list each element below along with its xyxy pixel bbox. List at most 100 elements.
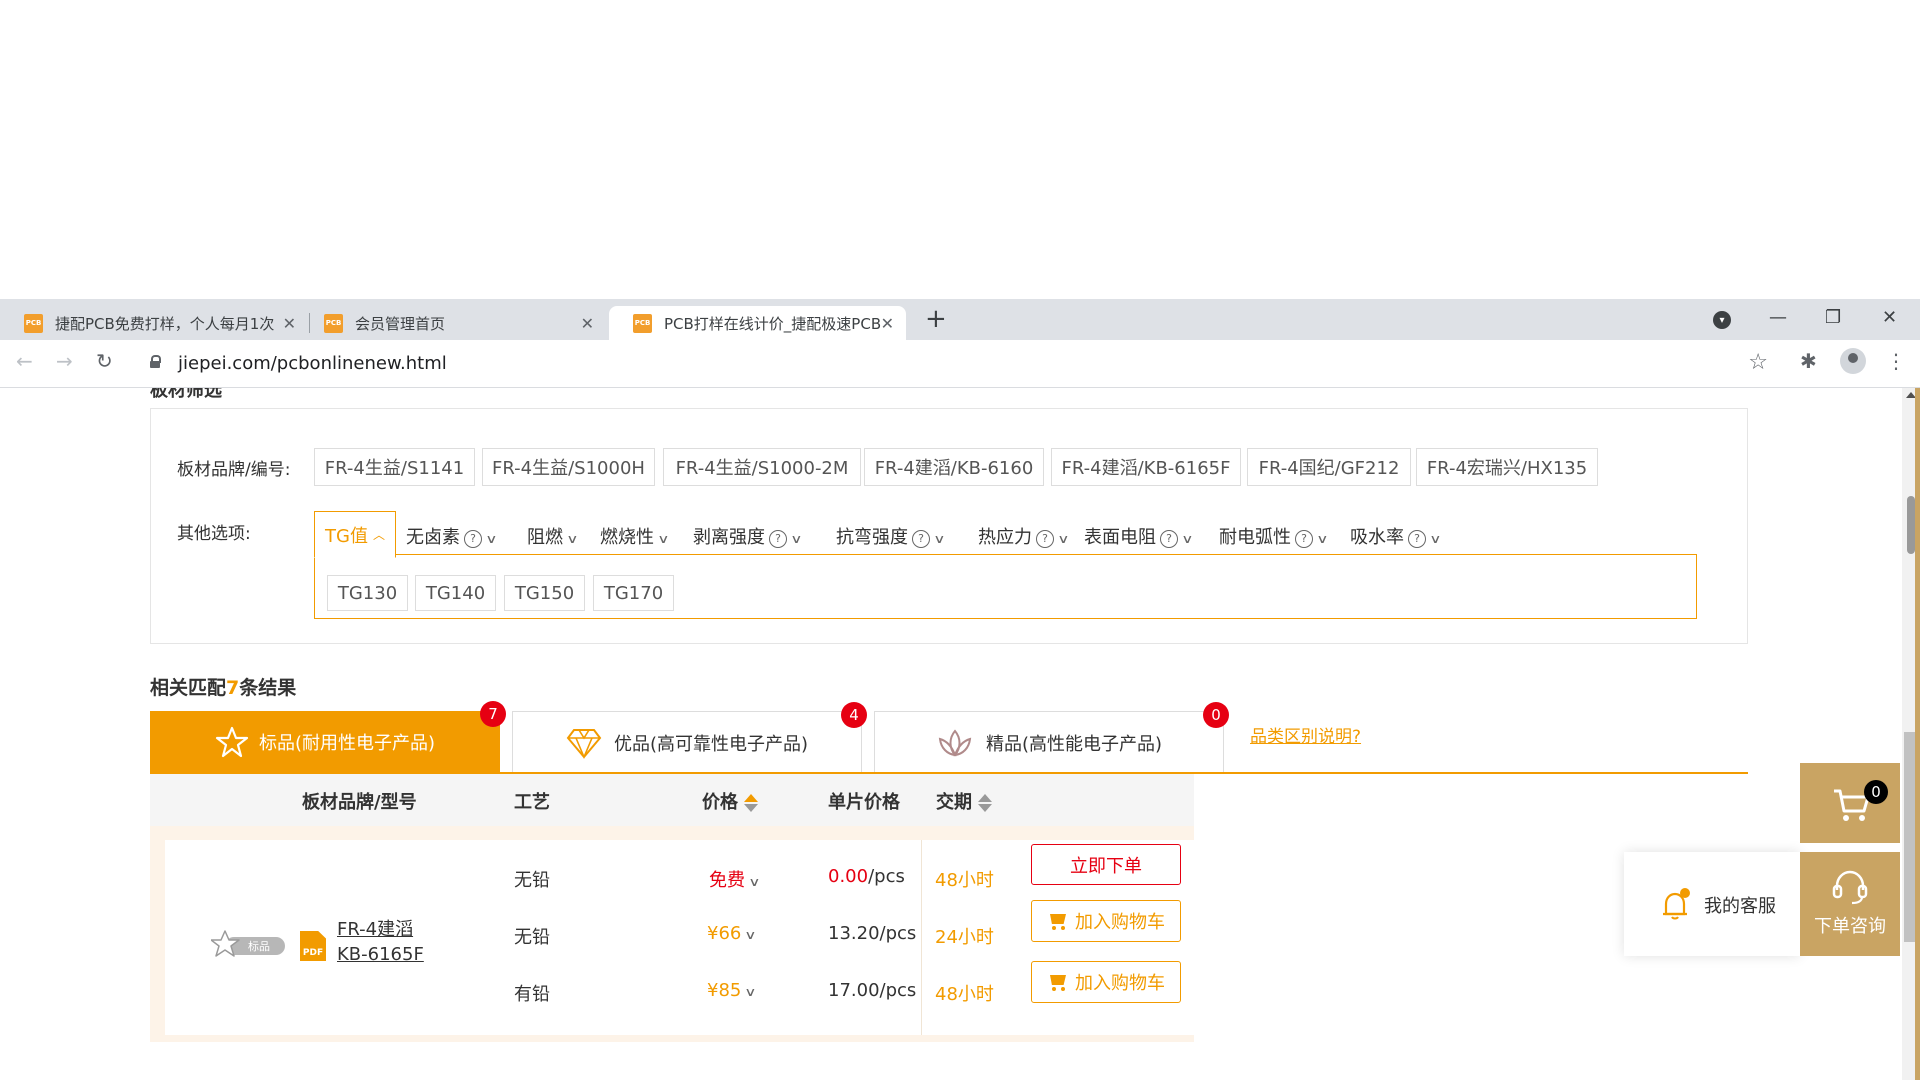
chevron-down-icon: ∨ xyxy=(1316,532,1329,546)
option-tab[interactable]: 热应力? ∨ xyxy=(978,523,1070,549)
customer-service-panel[interactable]: 我的客服 xyxy=(1624,852,1800,956)
lock-icon[interactable] xyxy=(150,355,161,368)
result-prefix: 相关匹配 xyxy=(150,677,227,699)
lead-time-cell: 48小时 xyxy=(935,870,994,891)
back-arrow-icon[interactable]: ← xyxy=(16,349,33,373)
option-tab[interactable]: 剥离强度? ∨ xyxy=(693,523,803,549)
tab-label: 精品(高性能电子产品) xyxy=(985,733,1163,755)
omnibox[interactable]: jiepei.com/pcbonlinenew.html ☆ xyxy=(138,346,1778,380)
tab-premium-product[interactable]: 优品(高可靠性电子产品) 4 xyxy=(512,702,867,773)
address-bar-row: ← → ↻ jiepei.com/pcbonlinenew.html ☆ ✱ ⋮ xyxy=(0,340,1920,388)
tab-label: 标品(耐用性电子产品) xyxy=(258,733,436,754)
option-label: 无卤素 xyxy=(406,527,460,548)
option-label: 表面电阻 xyxy=(1084,527,1156,548)
close-window-button[interactable]: ✕ xyxy=(1882,307,1897,328)
price-cell[interactable]: ¥66 ∨ xyxy=(707,923,757,944)
browser-tab-2[interactable]: PCB 会员管理首页 ✕ xyxy=(300,306,606,340)
brand-chip[interactable]: FR-4建滔/KB-6165F xyxy=(1051,448,1241,486)
brand-chip[interactable]: FR-4宏瑞兴/HX135 xyxy=(1416,448,1598,486)
chevron-down-icon: ∨ xyxy=(1057,532,1070,546)
col-process: 工艺 xyxy=(514,792,550,813)
chevron-down-icon: ∨ xyxy=(744,985,757,999)
help-icon[interactable]: ? xyxy=(912,530,930,548)
brand-chip[interactable]: FR-4国纪/GF212 xyxy=(1247,448,1411,486)
option-label: 耐电弧性 xyxy=(1219,527,1291,548)
add-to-cart-button[interactable]: 加入购物车 xyxy=(1031,961,1181,1003)
profile-avatar-icon[interactable] xyxy=(1840,348,1866,374)
reload-icon[interactable]: ↻ xyxy=(96,349,113,373)
option-label: 抗弯强度 xyxy=(836,527,908,548)
tab-title: 会员管理首页 xyxy=(355,314,446,333)
table-header: 板材品牌/型号 工艺 价格 单片价格 交期 xyxy=(150,774,1194,826)
right-accent-bar xyxy=(1915,388,1920,1080)
option-tab[interactable]: 吸水率? ∨ xyxy=(1350,523,1442,549)
maximize-button[interactable]: ❐ xyxy=(1825,307,1841,328)
option-tab[interactable]: 耐电弧性? ∨ xyxy=(1219,523,1329,549)
price-cell[interactable]: 免费 ∨ xyxy=(709,866,761,892)
floating-cart-button[interactable] xyxy=(1800,763,1900,843)
chevron-down-icon: ∨ xyxy=(744,928,757,942)
add-to-cart-button[interactable]: 加入购物车 xyxy=(1031,900,1181,942)
chevron-down-icon: ∨ xyxy=(657,532,670,546)
favicon-icon: PCB xyxy=(324,313,343,333)
col-price[interactable]: 价格 xyxy=(702,788,758,814)
sort-icon[interactable] xyxy=(744,794,758,812)
minimize-button[interactable]: — xyxy=(1769,307,1787,328)
close-tab-icon[interactable]: ✕ xyxy=(581,314,594,333)
count-badge: 7 xyxy=(480,701,506,727)
help-icon[interactable]: ? xyxy=(464,530,482,548)
cart-count-badge: 0 xyxy=(1864,780,1888,804)
browser-tab-1[interactable]: PCB 捷配PCB免费打样，个人每月1次 ✕ xyxy=(0,306,308,340)
tab-search-icon[interactable]: ▾ xyxy=(1713,311,1731,329)
tg-chip[interactable]: TG170 xyxy=(593,575,674,611)
standard-product-badge-icon: 标品 xyxy=(211,930,285,957)
option-tab[interactable]: 表面电阻? ∨ xyxy=(1084,523,1194,549)
bookmark-star-icon[interactable]: ☆ xyxy=(1748,350,1768,375)
order-consult-button[interactable]: 下单咨询 xyxy=(1800,852,1900,956)
tab-fine-product[interactable]: 精品(高性能电子产品) 0 xyxy=(874,702,1229,773)
option-tab[interactable]: 燃烧性 ∨ xyxy=(600,523,670,549)
brand-chip[interactable]: FR-4建滔/KB-6160 xyxy=(864,448,1044,486)
tg-chip[interactable]: TG140 xyxy=(415,575,496,611)
brand-chip[interactable]: FR-4生益/S1141 xyxy=(314,448,475,486)
help-icon[interactable]: ? xyxy=(1408,530,1426,548)
new-tab-button[interactable]: + xyxy=(925,306,947,332)
brand-chip[interactable]: FR-4生益/S1000H xyxy=(482,448,655,486)
brand-chip[interactable]: FR-4生益/S1000-2M xyxy=(663,448,861,486)
option-tab[interactable]: 抗弯强度? ∨ xyxy=(836,523,946,549)
price-value: ¥66 xyxy=(707,923,742,944)
scroll-position-marker xyxy=(1907,496,1915,554)
help-icon[interactable]: ? xyxy=(769,530,787,548)
order-now-button[interactable]: 立即下单 xyxy=(1031,844,1181,885)
lead-time-cell: 48小时 xyxy=(935,984,994,1005)
close-tab-icon[interactable]: ✕ xyxy=(881,314,894,333)
favicon-icon: PCB xyxy=(24,313,43,333)
tg-chip[interactable]: TG130 xyxy=(327,575,408,611)
tg-chip[interactable]: TG150 xyxy=(504,575,585,611)
pdf-icon[interactable]: PDF xyxy=(300,931,326,961)
unit-suffix: /pcs xyxy=(868,866,905,887)
notification-dot xyxy=(1680,888,1690,898)
option-tab[interactable]: 阻燃 ∨ xyxy=(527,523,579,549)
browser-tab-3-active[interactable]: PCB PCB打样在线计价_捷配极速PCB ✕ xyxy=(609,306,906,340)
option-label: 剥离强度 xyxy=(693,527,765,548)
help-icon[interactable]: ? xyxy=(1160,530,1178,548)
col-lead-time[interactable]: 交期 xyxy=(936,788,992,814)
material-model-link[interactable]: FR-4建滔 KB-6165F xyxy=(337,917,424,967)
close-tab-icon[interactable]: ✕ xyxy=(283,314,296,333)
table-body: 标品 PDF FR-4建滔 KB-6165F 无铅 免费 ∨ 0.00/pcs 4… xyxy=(150,826,1194,1042)
price-cell[interactable]: ¥85 ∨ xyxy=(707,980,757,1001)
option-tab[interactable]: 无卤素? ∨ xyxy=(406,523,498,549)
unit-price-value: 0.00 xyxy=(828,866,869,887)
menu-kebab-icon[interactable]: ⋮ xyxy=(1886,349,1906,373)
help-icon[interactable]: ? xyxy=(1036,530,1054,548)
result-count: 7 xyxy=(226,677,240,699)
tab-standard-product[interactable]: 标品(耐用性电子产品) 7 xyxy=(150,701,506,773)
sort-icon[interactable] xyxy=(978,794,992,812)
forward-arrow-icon[interactable]: → xyxy=(56,349,73,373)
help-icon[interactable]: ? xyxy=(1295,530,1313,548)
extensions-icon[interactable]: ✱ xyxy=(1800,349,1817,373)
url-text[interactable]: jiepei.com/pcbonlinenew.html xyxy=(178,353,447,374)
category-explanation-link[interactable]: 品类区别说明? xyxy=(1250,722,1361,747)
option-tab-tg[interactable]: TG值 ︿ xyxy=(314,511,396,558)
